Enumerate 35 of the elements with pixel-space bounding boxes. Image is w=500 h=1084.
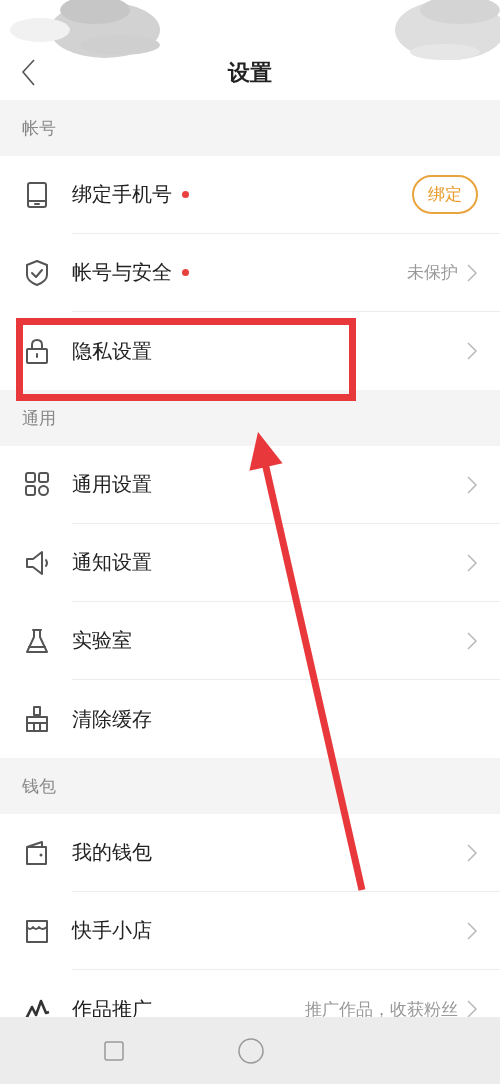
row-label: 隐私设置 (72, 337, 152, 365)
wallet-icon (24, 839, 50, 867)
row-label: 通用设置 (72, 471, 152, 498)
row-label: 通知设置 (72, 549, 152, 576)
section-header: 钱包 (0, 758, 500, 814)
settings-row[interactable]: 清除缓存 (0, 680, 500, 758)
row-label: 实验室 (72, 627, 132, 654)
settings-row[interactable]: 我的钱包 (0, 814, 500, 892)
row-label: 清除缓存 (72, 705, 152, 733)
speaker-icon (24, 549, 50, 577)
grid-icon (24, 471, 50, 499)
lock-icon (24, 337, 50, 365)
row-value: 推广作品，收获粉丝 (305, 997, 458, 1017)
row-label: 帐号与安全 (72, 259, 172, 286)
shop-icon (24, 917, 50, 945)
row-label: 我的钱包 (72, 839, 152, 866)
settings-row[interactable]: 帐号与安全 未保护 (0, 234, 500, 312)
shield-check-icon (24, 259, 50, 287)
settings-row[interactable]: 快手小店 (0, 892, 500, 970)
section-header: 帐号 (0, 100, 500, 156)
settings-row[interactable]: 绑定手机号 绑定 (0, 156, 500, 234)
back-icon[interactable] (20, 58, 36, 87)
broom-icon (24, 705, 50, 733)
row-value: 未保护 (407, 261, 458, 284)
home-circle-icon[interactable] (238, 1037, 264, 1064)
section-header: 通用 (0, 390, 500, 446)
square-icon[interactable] (104, 1040, 124, 1061)
page-title: 设置 (228, 59, 272, 87)
flask-icon (24, 627, 50, 655)
settings-row[interactable]: 通知设置 (0, 524, 500, 602)
settings-row[interactable]: 实验室 (0, 602, 500, 680)
settings-row[interactable]: 隐私设置 (0, 312, 500, 390)
row-label: 快手小店 (72, 917, 152, 944)
row-label: 绑定手机号 (72, 181, 172, 208)
phone-icon (24, 181, 50, 209)
